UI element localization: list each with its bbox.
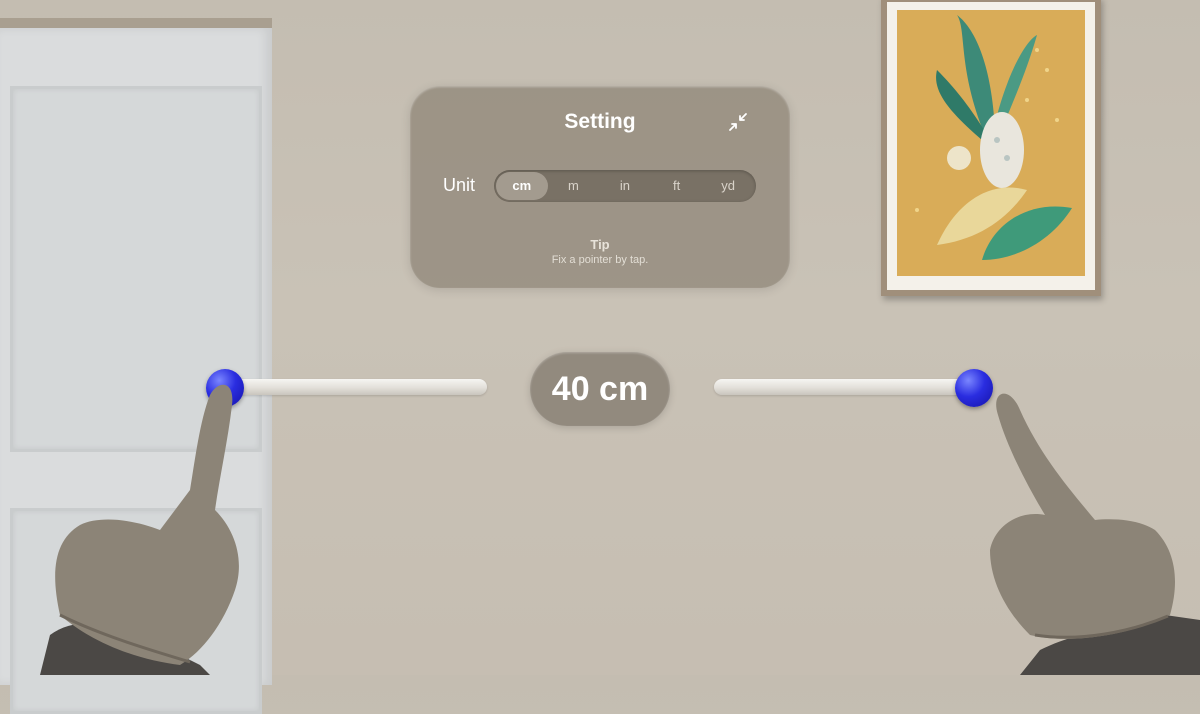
artwork-print [897,10,1085,276]
tip-title: Tip [590,237,610,252]
unit-option-cm[interactable]: cm [496,172,548,200]
collapse-arrows-icon [729,113,747,131]
measurement-line-right [714,379,972,395]
unit-option-ft[interactable]: ft [651,172,703,200]
unit-segmented-control: cm m in ft yd [494,170,756,202]
unit-option-yd[interactable]: yd [702,172,754,200]
framed-artwork [881,0,1101,296]
room-background: Setting Unit cm m in ft yd Tip Fix a poi… [0,0,1200,714]
measurement-value-label: 40 cm [530,352,670,426]
tip-text: Fix a pointer by tap. [551,254,649,266]
collapse-button[interactable] [726,110,750,134]
unit-option-in[interactable]: in [599,172,651,200]
unit-label: Unit [443,175,476,195]
left-hand [40,384,239,675]
right-hand [990,393,1200,675]
settings-panel: Setting Unit cm m in ft yd Tip Fix a poi… [410,86,790,288]
unit-option-m[interactable]: m [548,172,600,200]
plant-illustration [897,10,1085,270]
